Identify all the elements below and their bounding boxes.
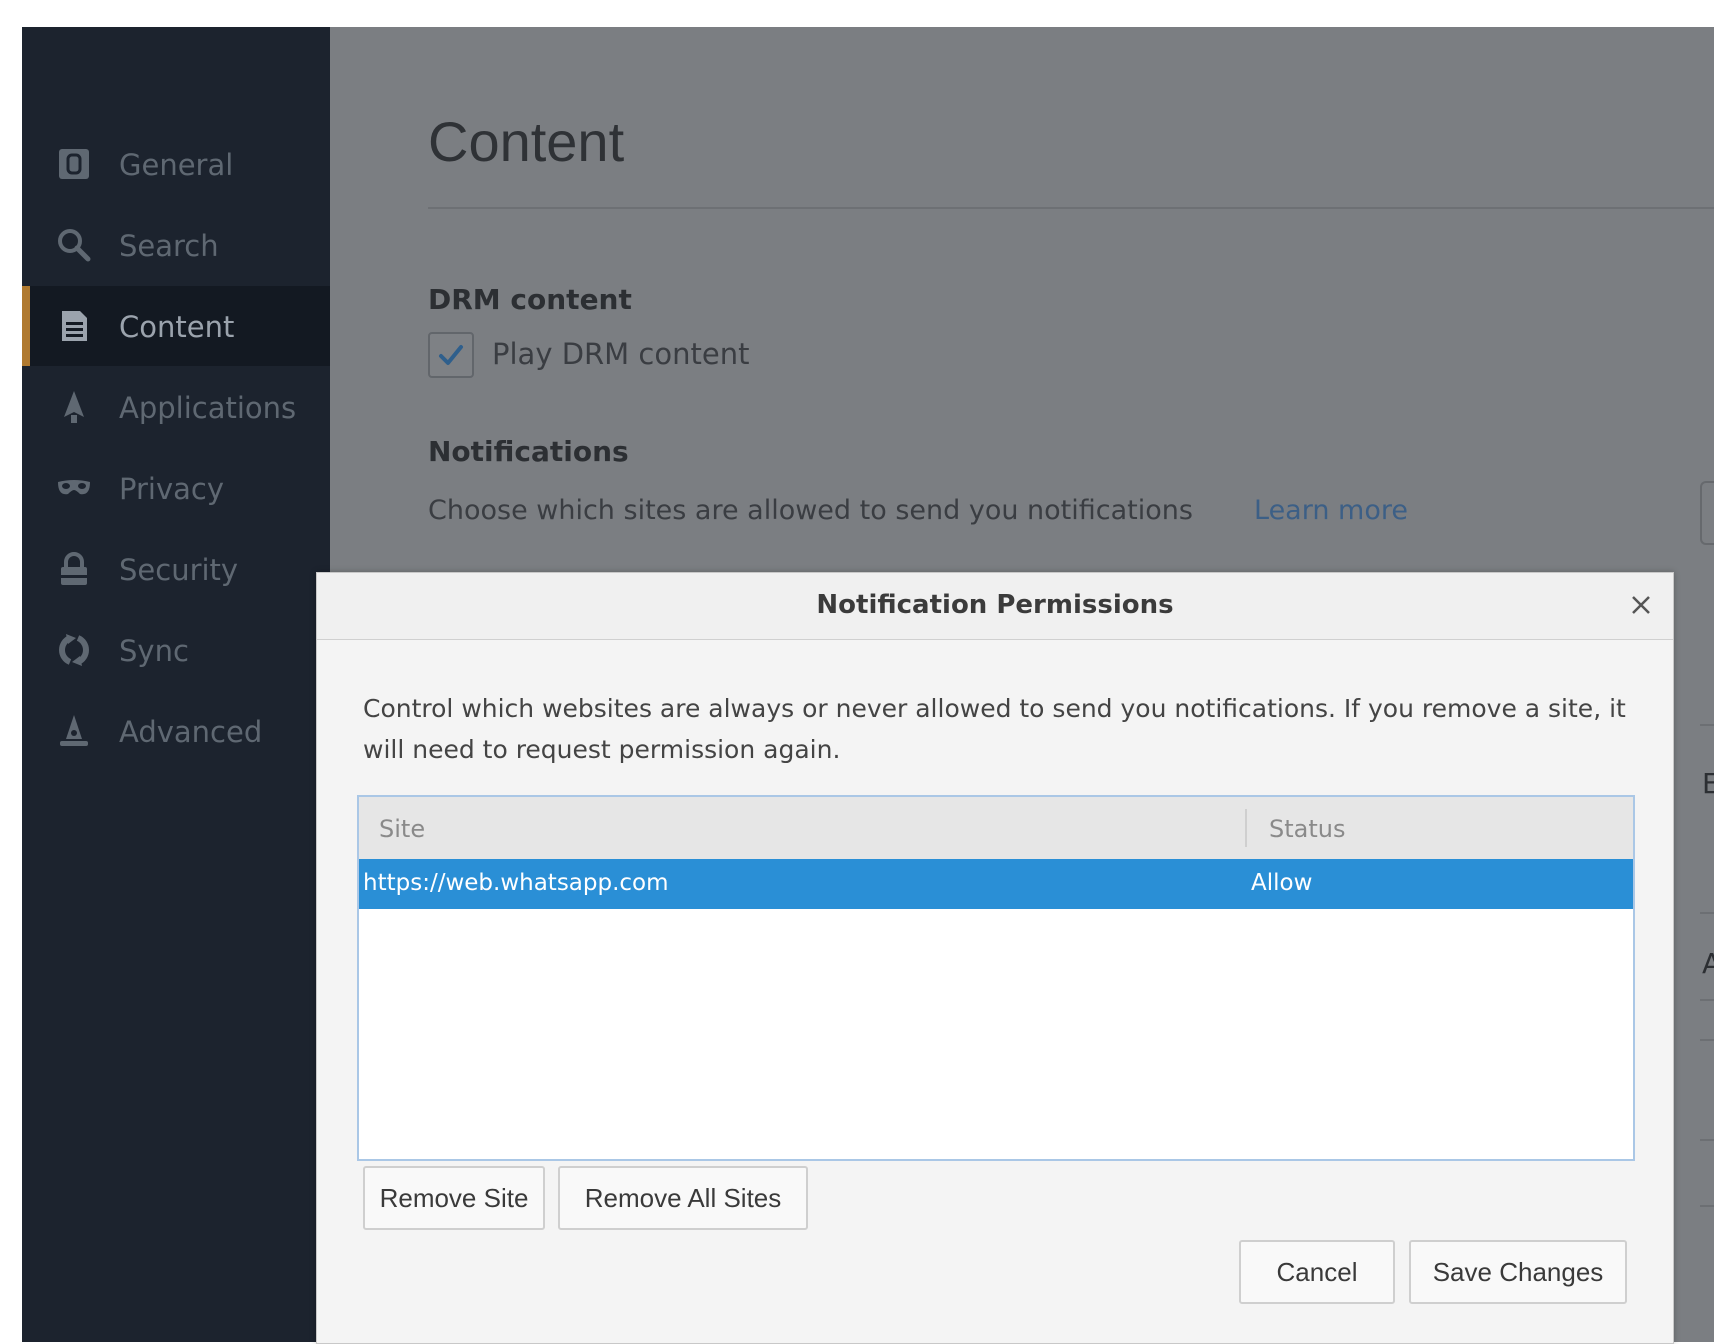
dialog-titlebar: Notification Permissions [317,573,1673,640]
sidebar-item-label: Search [119,229,219,263]
content-icon [56,308,92,344]
sidebar-item-label: Content [119,310,235,344]
privacy-icon [56,470,92,506]
advanced-label[interactable]: A [1702,947,1714,980]
sync-icon [56,632,92,668]
notifications-description: Choose which sites are allowed to send y… [428,495,1193,526]
site-cell: https://web.whatsapp.com [363,870,669,896]
title-divider [428,207,1714,209]
sidebar-item-general[interactable]: General [22,124,330,204]
sidebar-item-content[interactable]: Content [22,286,330,366]
sidebar-item-label: Applications [119,391,297,425]
notification-permissions-dialog: Notification Permissions Control which w… [316,572,1674,1344]
column-header-site[interactable]: Site [379,815,425,843]
checkmark-icon [439,345,463,365]
table-header: Site Status [359,797,1633,860]
drm-checkbox-label[interactable]: Play DRM content [492,337,749,371]
dialog-description: Control which websites are always or nev… [363,694,1626,764]
sidebar-item-label: Advanced [119,715,263,749]
sidebar-item-label: General [119,148,234,182]
remove-all-sites-button[interactable]: Remove All Sites [558,1166,808,1230]
advanced-icon [56,713,92,749]
learn-more-link[interactable]: Learn more [1254,495,1408,526]
divider [1700,912,1714,914]
applications-icon [56,389,92,425]
divider [1700,724,1714,726]
close-icon [1632,596,1650,614]
exceptions-label[interactable]: Ex [1702,767,1714,800]
remove-site-button[interactable]: Remove Site [363,1166,545,1230]
sidebar-item-advanced[interactable]: Advanced [22,691,330,771]
notifications-heading: Notifications [428,435,629,468]
divider [1700,999,1714,1001]
sidebar-item-security[interactable]: Security [22,529,330,609]
sidebar-item-label: Sync [119,634,189,668]
column-divider[interactable] [1245,809,1247,847]
sidebar-item-label: Security [119,553,239,587]
drm-heading: DRM content [428,283,632,316]
sidebar-item-label: Privacy [119,472,224,506]
column-header-status[interactable]: Status [1269,815,1345,843]
close-button[interactable] [1623,587,1659,623]
cancel-button[interactable]: Cancel [1239,1240,1395,1304]
sidebar-item-applications[interactable]: Applications [22,367,330,447]
search-icon [56,227,92,263]
security-icon [56,551,92,587]
dialog-title: Notification Permissions [816,590,1174,620]
page-title: Content [428,110,625,173]
table-row[interactable]: https://web.whatsapp.com Allow [359,859,1633,909]
status-cell: Allow [1251,870,1313,896]
sidebar: General Search Content Applications Priv… [22,27,330,1342]
save-changes-button[interactable]: Save Changes [1409,1240,1627,1304]
general-icon [56,146,92,182]
sidebar-item-privacy[interactable]: Privacy [22,448,330,528]
divider [1700,1205,1714,1207]
drm-checkbox[interactable] [428,332,474,378]
notifications-settings-button[interactable] [1700,481,1714,545]
sidebar-item-search[interactable]: Search [22,205,330,285]
divider [1700,1139,1714,1141]
permissions-table[interactable]: Site Status https://web.whatsapp.com All… [357,795,1635,1161]
divider [1700,1039,1714,1041]
sidebar-item-sync[interactable]: Sync [22,610,330,690]
